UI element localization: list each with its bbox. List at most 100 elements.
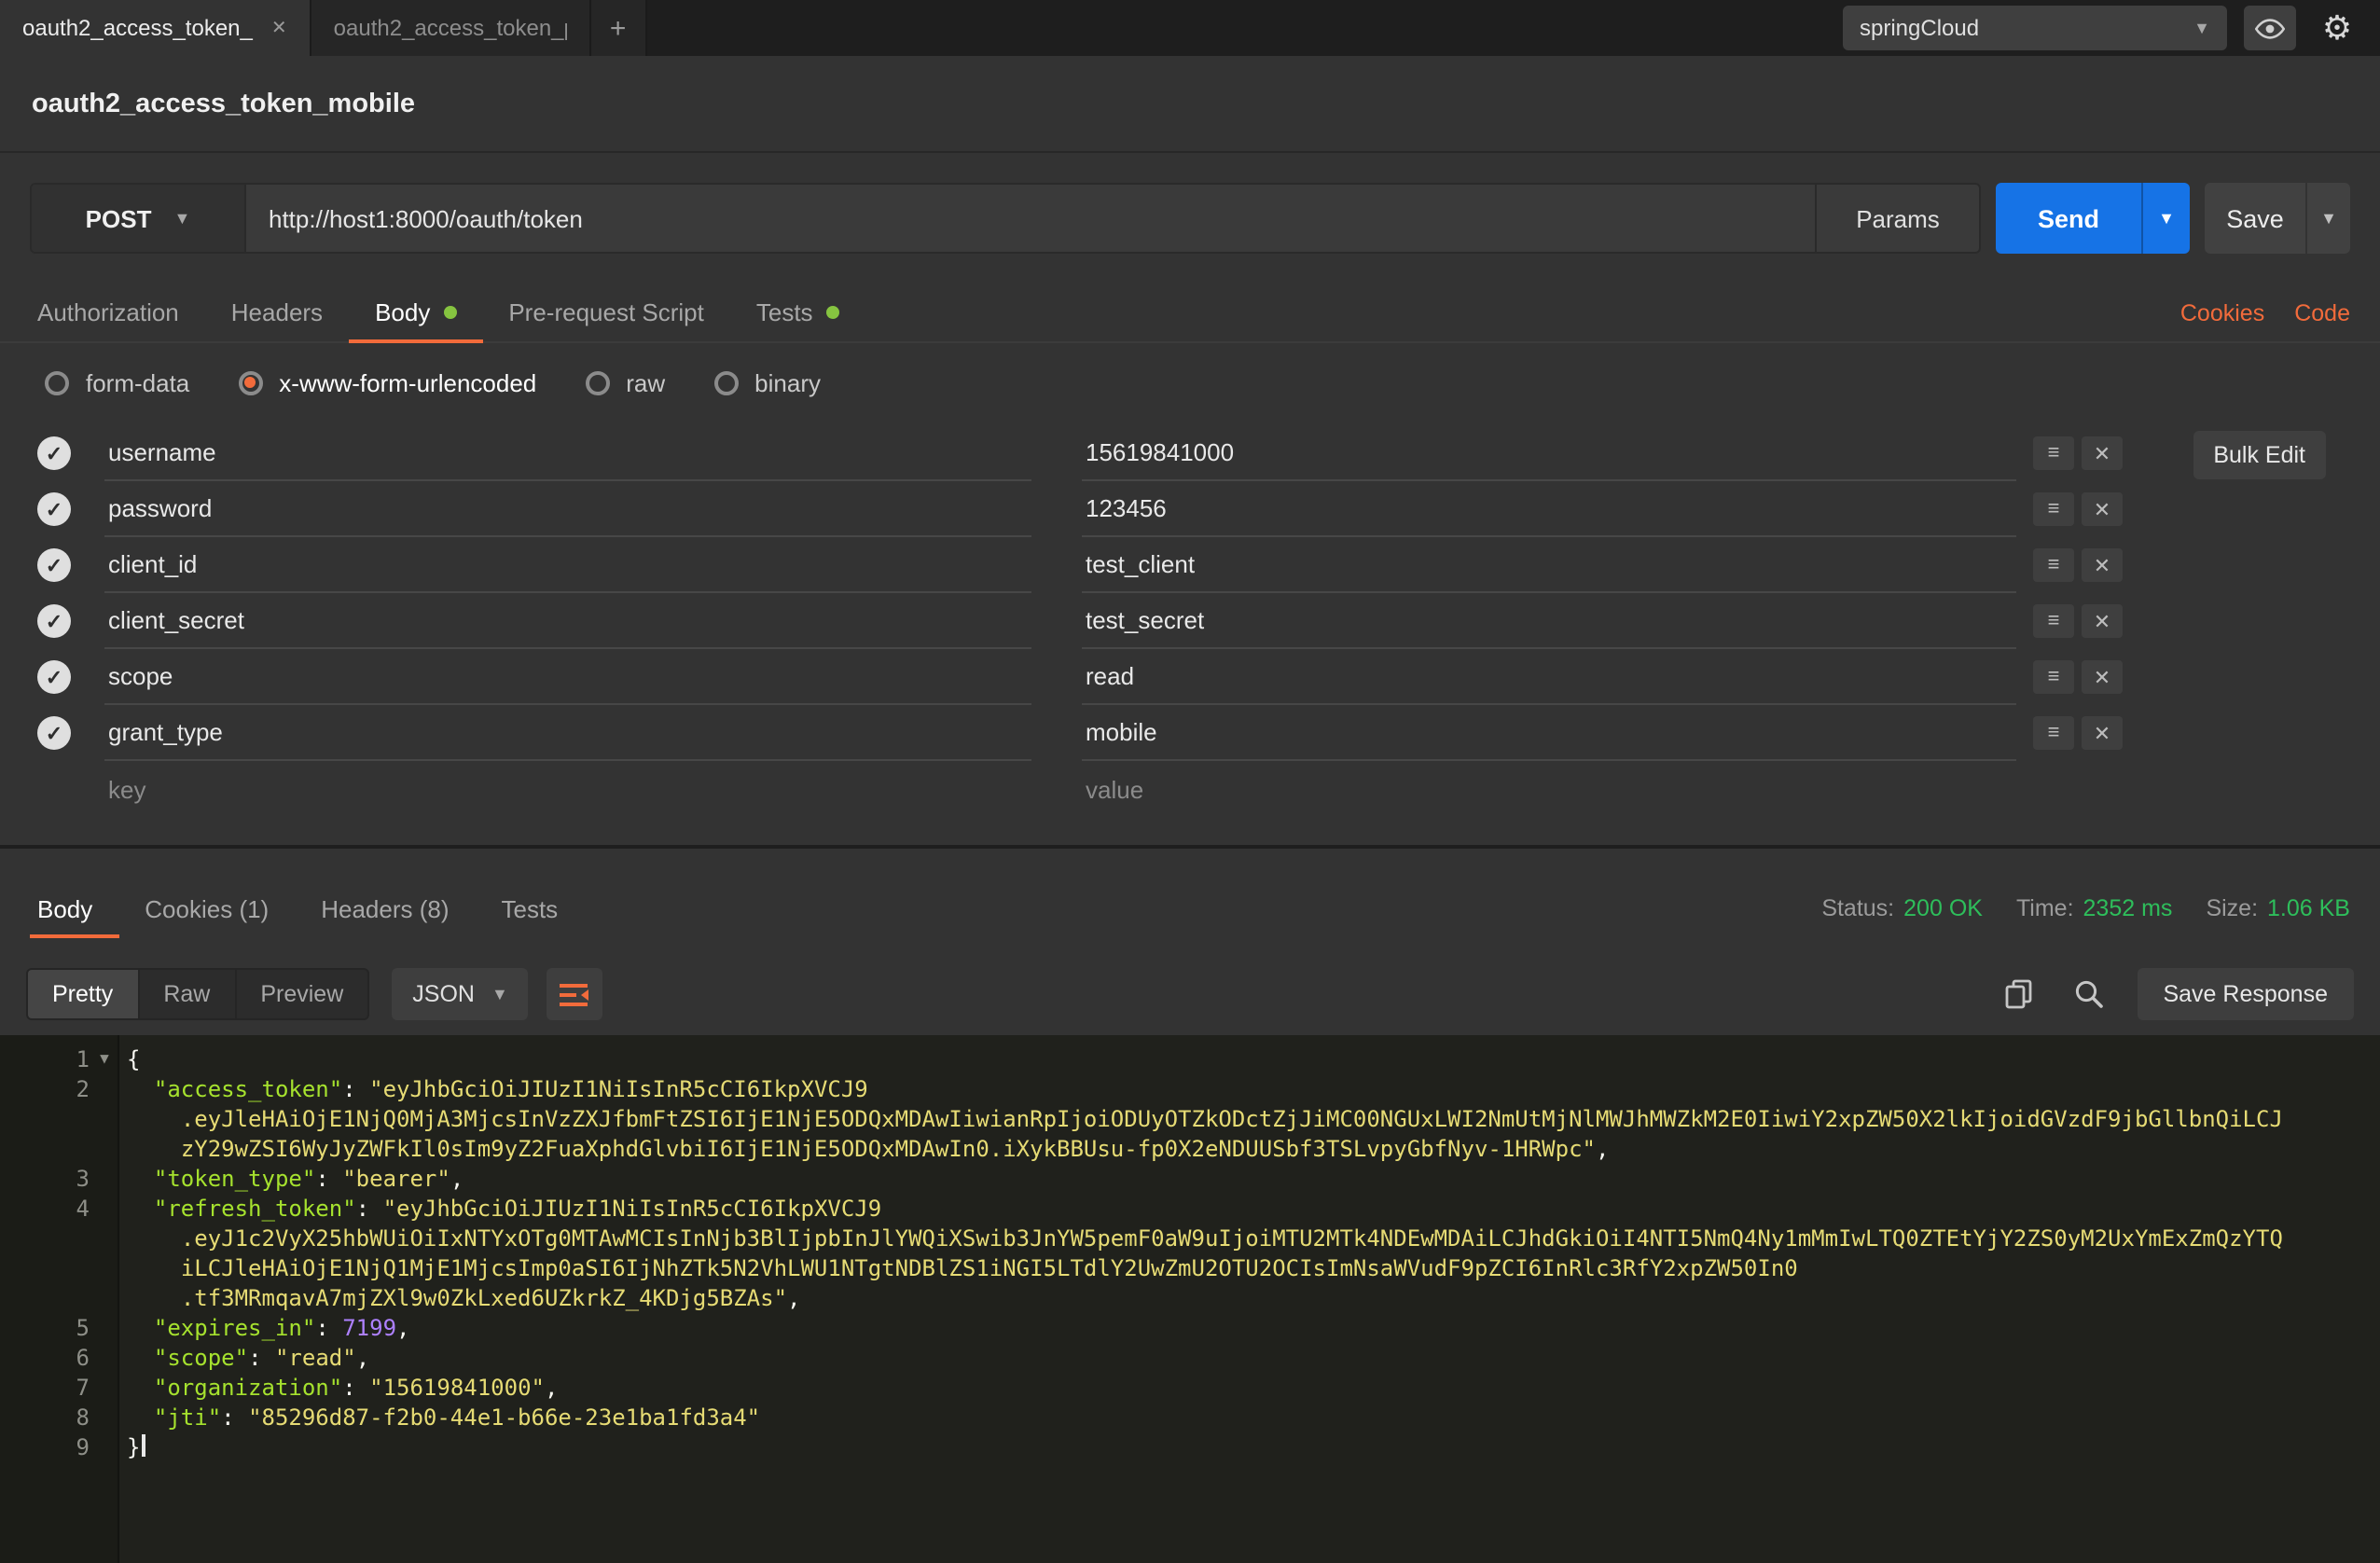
bulk-edit-button[interactable]: Bulk Edit: [2193, 431, 2326, 479]
save-label[interactable]: Save: [2205, 183, 2305, 254]
param-enabled-checkbox[interactable]: ✓: [37, 548, 71, 582]
close-icon: ✕: [2094, 441, 2110, 465]
param-key-input[interactable]: client_secret: [104, 593, 1031, 649]
param-key-input[interactable]: grant_type: [104, 705, 1031, 761]
search-response-button[interactable]: [2068, 974, 2109, 1015]
code-link[interactable]: Code: [2294, 299, 2350, 325]
request-tab-inactive[interactable]: oauth2_access_token_passv: [311, 0, 591, 56]
response-tab-headers[interactable]: Headers (8): [295, 864, 475, 953]
radio-icon[interactable]: [713, 370, 738, 394]
save-options-button[interactable]: ▼: [2305, 183, 2350, 254]
param-menu-button[interactable]: ≡: [2033, 604, 2074, 638]
tab-prerequest-script[interactable]: Pre-request Script: [482, 284, 730, 341]
line-number: 7: [0, 1373, 90, 1403]
param-enabled-checkbox[interactable]: ✓: [37, 492, 71, 526]
param-delete-button[interactable]: ✕: [2082, 660, 2123, 694]
fold-gutter: [90, 1104, 119, 1134]
radio-checked-icon[interactable]: [238, 370, 262, 394]
fold-gutter: [90, 1343, 119, 1373]
param-menu-button[interactable]: ≡: [2033, 492, 2074, 526]
send-button[interactable]: Send ▼: [1996, 183, 2190, 254]
copy-response-button[interactable]: [1999, 974, 2040, 1015]
param-value-text: test_client: [1086, 550, 1195, 578]
wrap-lines-icon: [560, 982, 590, 1006]
param-value-input[interactable]: value: [1082, 761, 2016, 817]
param-enabled-checkbox[interactable]: ✓: [37, 660, 71, 694]
param-delete-button[interactable]: ✕: [2082, 604, 2123, 638]
method-label: POST: [86, 204, 152, 232]
mode-form-data[interactable]: form-data: [45, 368, 189, 396]
param-key-text: client_id: [108, 550, 197, 578]
wrap-lines-button[interactable]: [547, 968, 603, 1020]
radio-icon[interactable]: [585, 370, 609, 394]
fold-arrow-icon[interactable]: ▼: [90, 1044, 119, 1074]
cookies-link[interactable]: Cookies: [2180, 299, 2264, 325]
code-line: .eyJ1c2VyX25hbWUiOiIxNTYxOTg0MTAwMCIsInN…: [0, 1224, 2380, 1253]
param-value-input[interactable]: read: [1082, 649, 2016, 705]
radio-icon[interactable]: [45, 370, 69, 394]
method-select[interactable]: POST ▼: [32, 185, 246, 252]
param-value-input[interactable]: test_client: [1082, 537, 2016, 593]
param-key-input[interactable]: scope: [104, 649, 1031, 705]
response-tab-tests[interactable]: Tests: [476, 864, 585, 953]
param-menu-button[interactable]: ≡: [2033, 548, 2074, 582]
save-response-button[interactable]: Save Response: [2137, 968, 2354, 1020]
params-button[interactable]: Params: [1815, 185, 1979, 252]
check-icon: ✓: [46, 721, 62, 745]
tab-headers[interactable]: Headers: [205, 284, 349, 341]
param-key-input[interactable]: password: [104, 481, 1031, 537]
settings-button[interactable]: ⚙: [2313, 6, 2361, 50]
param-key-input[interactable]: client_id: [104, 537, 1031, 593]
response-toolbar: Pretty Raw Preview JSON ▼ Save Response: [0, 953, 2380, 1035]
view-pretty-button[interactable]: Pretty: [28, 970, 139, 1018]
param-enabled-checkbox[interactable]: ✓: [37, 604, 71, 638]
new-tab-button[interactable]: +: [591, 0, 647, 56]
param-delete-button[interactable]: ✕: [2082, 716, 2123, 750]
param-key-input[interactable]: username: [104, 425, 1031, 481]
url-input[interactable]: http://host1:8000/oauth/token: [246, 185, 1815, 252]
view-preview-button[interactable]: Preview: [236, 970, 367, 1018]
response-body-editor[interactable]: 1▼{2 "access_token": "eyJhbGciOiJIUzI1Ni…: [0, 1035, 2380, 1563]
code-line: .eyJleHAiOjE1NjQ0MjA3MjcsInVzZXJfbmFtZSI…: [0, 1104, 2380, 1134]
mode-urlencoded[interactable]: x-www-form-urlencoded: [238, 368, 536, 396]
param-menu-button[interactable]: ≡: [2033, 660, 2074, 694]
close-icon: ✕: [2094, 609, 2110, 633]
view-raw-button[interactable]: Raw: [139, 970, 236, 1018]
line-number: 1: [0, 1044, 90, 1074]
send-options-button[interactable]: ▼: [2141, 183, 2190, 254]
param-delete-button[interactable]: ✕: [2082, 436, 2123, 470]
tab-tests[interactable]: Tests: [730, 284, 865, 341]
send-label[interactable]: Send: [1996, 183, 2141, 254]
format-label: JSON: [412, 981, 475, 1007]
tab-label: Cookies (1): [145, 894, 269, 922]
param-value-input[interactable]: 15619841000: [1082, 425, 2016, 481]
response-format-select[interactable]: JSON ▼: [392, 968, 529, 1020]
param-enabled-checkbox[interactable]: ✓: [37, 436, 71, 470]
environment-select[interactable]: springCloud ▼: [1843, 6, 2227, 50]
time-value: 2352 ms: [2083, 895, 2173, 921]
response-tab-cookies[interactable]: Cookies (1): [118, 864, 295, 953]
param-enabled-checkbox[interactable]: ✓: [37, 716, 71, 750]
urlencoded-params-editor: Bulk Edit ✓ username 15619841000 ≡ ✕ ✓ p…: [0, 422, 2380, 817]
chevron-down-icon: ▼: [491, 985, 508, 1003]
param-key-input[interactable]: key: [104, 761, 1031, 817]
tab-body[interactable]: Body: [349, 284, 482, 341]
save-button[interactable]: Save ▼: [2205, 183, 2350, 254]
code-line: 5 "expires_in": 7199,: [0, 1313, 2380, 1343]
request-tab-active[interactable]: oauth2_access_token_ ✕: [0, 0, 311, 56]
mode-raw[interactable]: raw: [585, 368, 665, 396]
param-delete-button[interactable]: ✕: [2082, 548, 2123, 582]
param-value-input[interactable]: 123456: [1082, 481, 2016, 537]
param-value-input[interactable]: test_secret: [1082, 593, 2016, 649]
tab-authorization[interactable]: Authorization: [30, 284, 205, 341]
param-menu-button[interactable]: ≡: [2033, 436, 2074, 470]
environment-quick-look-button[interactable]: [2244, 6, 2296, 50]
param-menu-button[interactable]: ≡: [2033, 716, 2074, 750]
close-icon[interactable]: ✕: [271, 18, 287, 38]
param-delete-button[interactable]: ✕: [2082, 492, 2123, 526]
fold-gutter: [90, 1432, 119, 1462]
mode-binary[interactable]: binary: [713, 368, 821, 396]
param-value-input[interactable]: mobile: [1082, 705, 2016, 761]
url-group: POST ▼ http://host1:8000/oauth/token Par…: [30, 183, 1981, 254]
response-tab-body[interactable]: Body: [30, 864, 118, 953]
